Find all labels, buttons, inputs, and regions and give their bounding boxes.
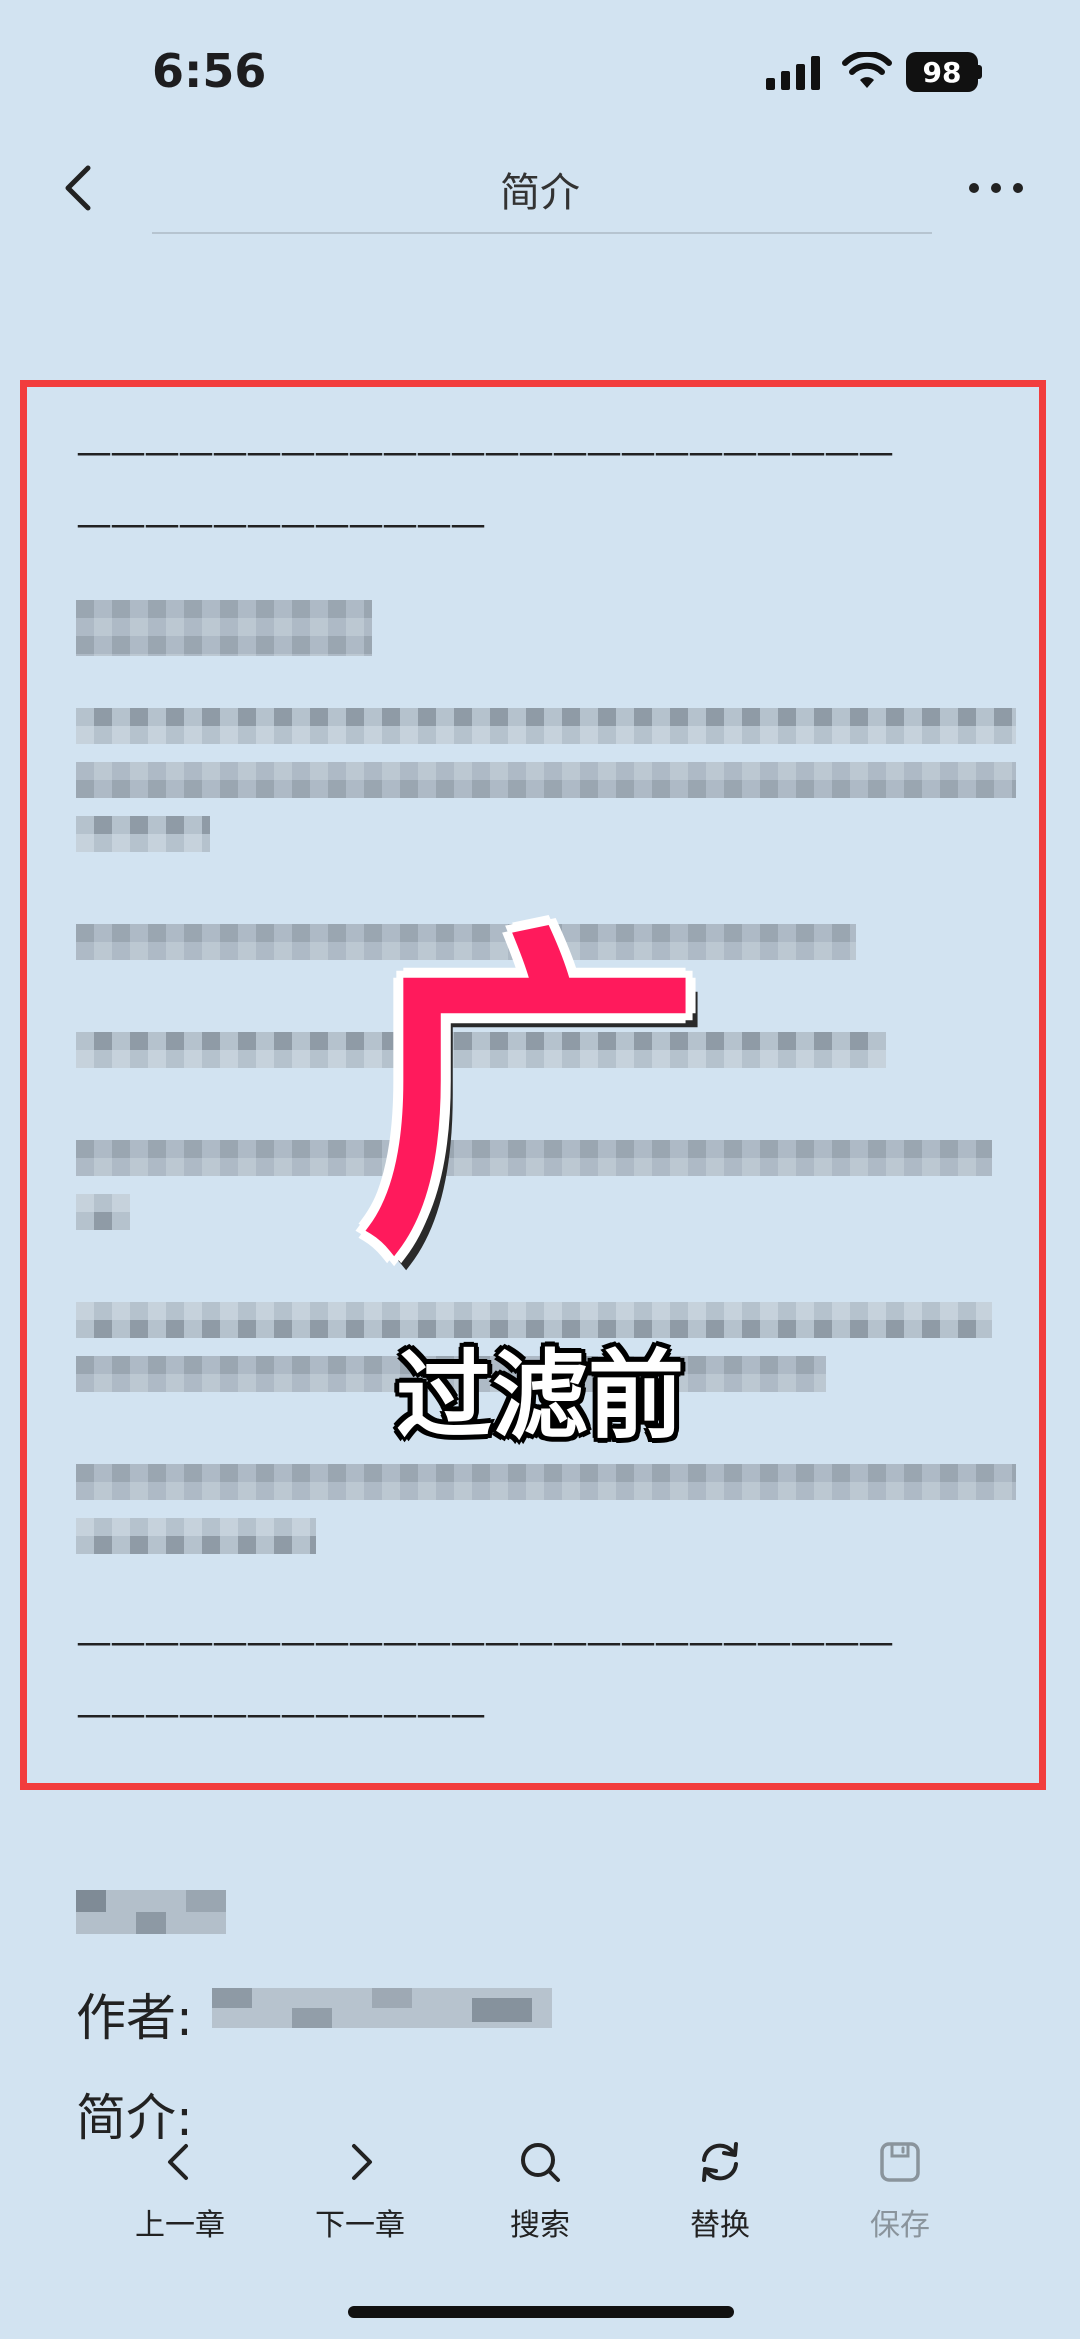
divider-line-bottom-short: ————————————: [76, 1694, 486, 1735]
divider-line-top: ————————————————————————: [76, 432, 894, 473]
book-name-pixelated: [76, 1890, 226, 1934]
replace-label: 替换: [690, 2208, 750, 2243]
home-indicator: [348, 2306, 734, 2318]
battery-indicator: 98: [906, 52, 982, 92]
bottom-toolbar: 上一章 下一章 搜索 替换 保存: [0, 2130, 1080, 2270]
prev-chapter-button[interactable]: 上一章: [100, 2130, 260, 2260]
next-chapter-label: 下一章: [315, 2208, 405, 2243]
save-label: 保存: [870, 2208, 930, 2243]
search-label: 搜索: [510, 2208, 570, 2243]
overlay-glyph: 广: [360, 902, 700, 1298]
divider-line-bottom: ————————————————————————: [76, 1622, 894, 1663]
battery-level: 98: [906, 52, 978, 92]
battery-cap: [978, 65, 982, 79]
chevron-left-icon: [168, 2144, 188, 2180]
page-title: 简介: [500, 170, 580, 216]
divider-line-top-short: ————————————: [76, 504, 486, 545]
chevron-right-icon: [352, 2144, 372, 2180]
author-label: 作者:: [76, 1989, 193, 2047]
prev-chapter-label: 上一章: [135, 2208, 225, 2243]
search-button[interactable]: 搜索: [460, 2130, 620, 2260]
status-bar: 6:56 98: [0, 0, 1080, 150]
overlay-caption: 过滤前: [396, 1340, 684, 1452]
search-icon: [521, 2143, 560, 2182]
refresh-icon: [702, 2142, 738, 2182]
author-name-pixelated: [212, 1988, 552, 2028]
signal-icon: [766, 56, 820, 90]
wifi-icon: [842, 52, 892, 88]
next-chapter-button[interactable]: 下一章: [280, 2130, 440, 2260]
save-button[interactable]: 保存: [820, 2130, 980, 2260]
status-time: 6:56: [152, 44, 267, 98]
reader-screen: 6:56 98 简介 ———————————————————————— ————…: [0, 0, 1080, 2339]
more-horizontal-icon[interactable]: [966, 168, 1026, 208]
save-icon: [880, 2142, 920, 2182]
nav-divider: [152, 232, 932, 234]
replace-button[interactable]: 替换: [640, 2130, 800, 2260]
